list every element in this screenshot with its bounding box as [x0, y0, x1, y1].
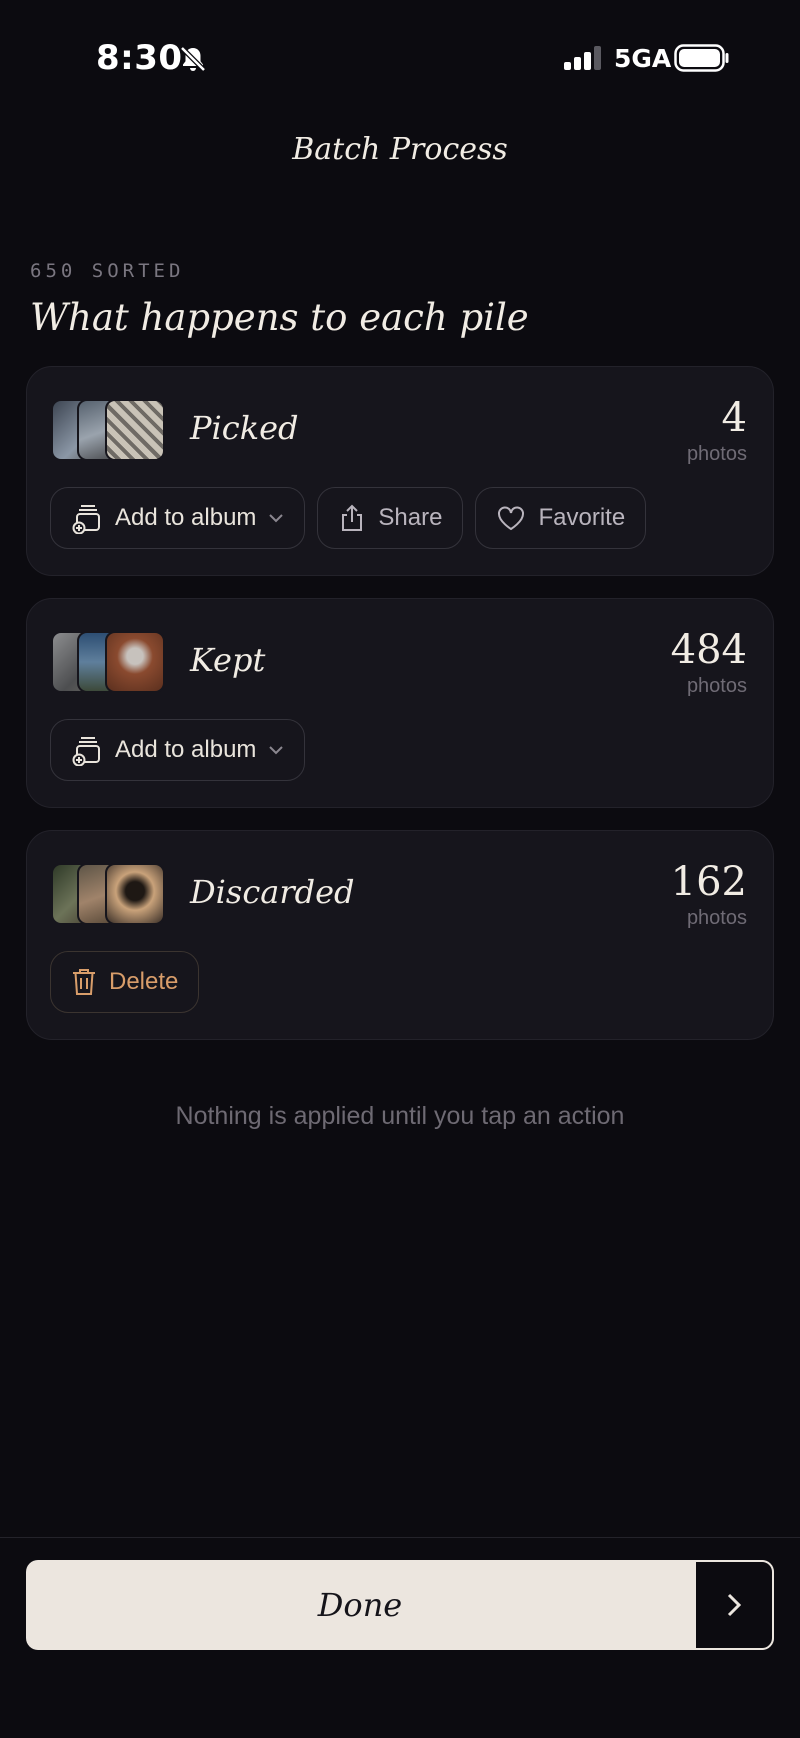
pile-card-picked: Picked 4 photos Add to album Share Favor…: [26, 366, 774, 576]
pile-actions: Add to album Share Favorite: [50, 487, 647, 549]
pile-unit: photos: [686, 675, 747, 697]
chevron-down-icon: [269, 746, 284, 755]
footer-divider: [0, 1537, 800, 1538]
add-to-album-button[interactable]: Add to album: [50, 719, 306, 781]
section-heading: What happens to each pile: [30, 296, 529, 339]
done-button[interactable]: Done: [26, 1560, 774, 1650]
pile-actions: Add to album: [50, 719, 306, 781]
pile-name: Picked: [190, 409, 299, 447]
delete-button[interactable]: Delete: [50, 951, 200, 1013]
pile-name: Discarded: [190, 873, 355, 911]
battery-icon: [674, 44, 729, 72]
pile-count: 484: [670, 627, 747, 673]
done-label: Done: [317, 1586, 403, 1624]
share-button[interactable]: Share: [317, 487, 464, 549]
pile-card-discarded: Discarded 162 photos Delete: [26, 830, 774, 1040]
share-icon: [342, 504, 363, 531]
pile-count: 162: [670, 859, 747, 905]
share-label: Share: [378, 504, 443, 531]
pile-unit: photos: [686, 907, 747, 929]
trash-icon: [73, 969, 95, 995]
pile-thumbnails: [51, 863, 171, 925]
add-to-album-button[interactable]: Add to album: [50, 487, 306, 549]
thumbnail: [105, 631, 165, 693]
thumbnail: [105, 399, 165, 461]
status-time: 8:30: [96, 38, 183, 78]
pile-actions: Delete: [50, 951, 200, 1013]
pile-unit: photos: [686, 443, 747, 465]
album-add-icon: [72, 737, 100, 766]
pile-thumbnails: [51, 399, 171, 461]
next-button[interactable]: [694, 1560, 774, 1650]
pile-card-kept: Kept 484 photos Add to album: [26, 598, 774, 808]
chevron-right-icon: [727, 1593, 742, 1617]
signal-icon: [564, 46, 601, 70]
favorite-button[interactable]: Favorite: [475, 487, 647, 549]
bell-slash-icon: [180, 46, 206, 72]
add-to-album-label: Add to album: [115, 736, 257, 763]
favorite-label: Favorite: [538, 504, 626, 531]
footnote: Nothing is applied until you tap an acti…: [175, 1102, 625, 1130]
thumbnail: [105, 863, 165, 925]
album-add-icon: [72, 505, 100, 534]
add-to-album-label: Add to album: [115, 504, 257, 531]
sorted-count-label: 650 SORTED: [30, 260, 185, 282]
page-title: Batch Process: [292, 132, 508, 167]
pile-count: 4: [721, 395, 747, 441]
heart-icon: [498, 506, 525, 531]
network-label: 5GA: [614, 44, 672, 73]
status-bar: 8:30 5GA: [0, 0, 800, 110]
pile-name: Kept: [190, 641, 266, 679]
chevron-down-icon: [269, 514, 284, 523]
delete-label: Delete: [109, 968, 179, 995]
pile-thumbnails: [51, 631, 171, 693]
